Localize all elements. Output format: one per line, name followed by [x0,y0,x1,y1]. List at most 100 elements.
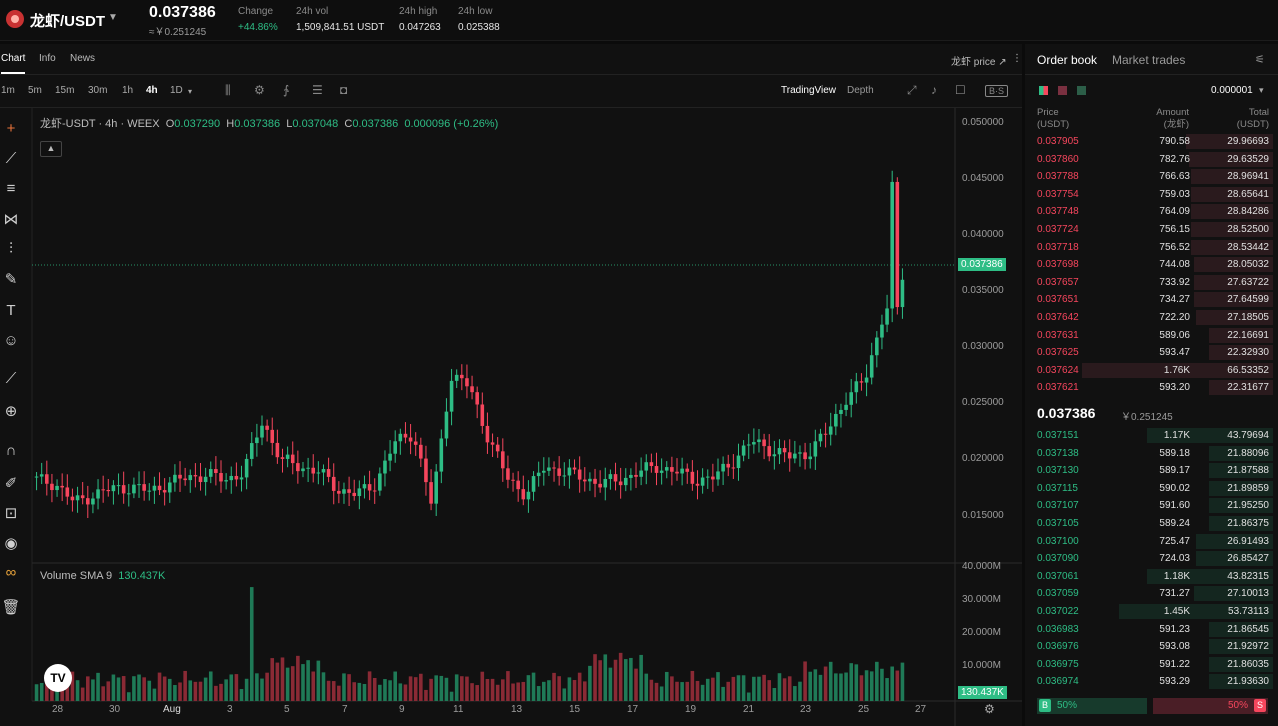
bid-row[interactable]: 0.037138 589.18 21.88096 [1025,445,1273,462]
fib-icon[interactable]: ⫶ [1,240,21,257]
volume-tick: 40.000M [962,561,1001,572]
tab-info[interactable]: Info [39,53,56,64]
bid-row[interactable]: 0.036975 591.22 21.86035 [1025,656,1273,673]
volume-bar [162,676,167,701]
ask-row[interactable]: 0.037905 790.58 29.96693 [1025,133,1273,150]
timeframe-1h[interactable]: 1h [122,85,133,96]
timeframe-15m[interactable]: 15m [55,85,74,96]
camera-icon[interactable]: ◘ [340,83,347,97]
chevron-down-icon[interactable]: ▾ [188,87,192,96]
crosshair-icon[interactable]: + [1,120,21,137]
bell-icon[interactable]: ♪ [931,83,937,97]
ask-row[interactable]: 0.037631 589.06 22.16691 [1025,327,1273,344]
compare-icon[interactable]: B·S [985,85,1009,97]
price-source-link[interactable]: 龙虾 price ↗ [951,53,1007,68]
indicators-icon[interactable]: ∱ [283,83,289,97]
fullscreen-icon[interactable]: ⤢ [907,83,917,98]
ask-row[interactable]: 0.037754 759.03 28.65641 [1025,186,1273,203]
ask-row[interactable]: 0.037657 733.92 27.63722 [1025,274,1273,291]
volume-bar [157,672,162,701]
more-icon[interactable]: ⋮ [1012,53,1022,64]
tab-chart[interactable]: Chart [1,53,26,74]
timeframe-5m[interactable]: 5m [28,85,42,96]
zoom-icon[interactable]: ⊕ [1,402,21,420]
bid-row[interactable]: 0.036983 591.23 21.86545 [1025,621,1273,638]
bid-row[interactable]: 0.037061 1.18K 43.82315 [1025,568,1273,585]
ask-row[interactable]: 0.037724 756.15 28.52500 [1025,221,1273,238]
eye-icon[interactable]: ◉ [1,534,21,552]
brush-icon[interactable]: ✎ [1,270,21,288]
order-amount: 1.18K [1163,570,1190,582]
depth-mode[interactable]: Depth [847,85,874,96]
trash-icon[interactable]: 🗑 [1,598,21,616]
tradingview-logo-icon[interactable]: TV [44,664,72,692]
ask-row[interactable]: 0.037642 722.20 27.18505 [1025,309,1273,326]
tradingview-mode[interactable]: TradingView [781,85,836,96]
volume-bar [828,661,833,701]
stat-change: Change +44.86% [238,6,278,33]
timeframe-30m[interactable]: 30m [88,85,107,96]
price-tick: 0.045000 [962,173,1004,184]
pattern-icon[interactable]: ⋈ [1,210,21,228]
candle-body [408,437,413,442]
bid-row[interactable]: 0.037115 590.02 21.89859 [1025,480,1273,497]
bid-row[interactable]: 0.037130 589.17 21.87588 [1025,462,1273,479]
bid-row[interactable]: 0.037090 724.03 26.85427 [1025,550,1273,567]
bid-row[interactable]: 0.037100 725.47 26.91493 [1025,533,1273,550]
ask-row[interactable]: 0.037698 744.08 28.05032 [1025,256,1273,273]
chevron-down-icon[interactable]: ▼ [108,12,118,23]
bid-row[interactable]: 0.037022 1.45K 53.73113 [1025,603,1273,620]
ask-row[interactable]: 0.037621 593.20 22.31677 [1025,379,1273,396]
text-icon[interactable]: T [1,302,21,319]
emoji-icon[interactable]: ☺ [1,332,21,349]
ask-row[interactable]: 0.037624 1.76K 66.53352 [1025,362,1273,379]
bid-row[interactable]: 0.037105 589.24 21.86375 [1025,515,1273,532]
pair-selector[interactable]: 龙虾/USDT [30,10,105,31]
order-amount: 756.52 [1159,241,1190,253]
collapse-legend-button[interactable]: ▲ [40,141,62,157]
gear-icon[interactable]: ⚙ [984,702,995,716]
settings-sliders-icon[interactable]: ⚟ [1255,53,1265,66]
lock-icon[interactable]: ⊡ [1,504,21,522]
ask-row[interactable]: 0.037651 734.27 27.64599 [1025,291,1273,308]
templates-icon[interactable]: ☰ [312,83,323,97]
ask-row[interactable]: 0.037860 782.76 29.63529 [1025,151,1273,168]
bid-row[interactable]: 0.036974 593.29 21.93630 [1025,673,1273,690]
timeframe-1m[interactable]: 1m [1,85,15,96]
price-chart[interactable] [0,44,1022,726]
chevron-down-icon[interactable]: ▾ [1259,85,1264,96]
bid-row[interactable]: 0.036976 593.08 21.92972 [1025,638,1273,655]
magnet-icon[interactable]: ∩ [1,442,21,459]
ask-row[interactable]: 0.037788 766.63 28.96941 [1025,168,1273,185]
tab-market-trades[interactable]: Market trades [1112,53,1185,67]
tab-news[interactable]: News [70,53,95,64]
view-bids-icon[interactable] [1077,86,1086,95]
ask-row[interactable]: 0.037748 764.09 28.84286 [1025,203,1273,220]
ruler-icon[interactable]: ⟋ [1,370,21,387]
settings-icon[interactable]: ⚙ [254,83,265,97]
candle-body [193,475,198,477]
volume-bar [777,673,782,701]
bid-row[interactable]: 0.037151 1.17K 43.79694 [1025,427,1273,444]
view-asks-icon[interactable] [1058,86,1067,95]
view-both-icon[interactable] [1039,86,1048,95]
horizontal-lines-icon[interactable]: ≡ [1,180,21,197]
candle-body [700,477,705,486]
volume-bar [188,680,193,701]
draw-lock-icon[interactable]: ✐ [1,474,21,492]
candle-body [393,441,398,454]
ask-row[interactable]: 0.037718 756.52 28.53442 [1025,239,1273,256]
layout-icon[interactable]: ☐ [955,83,966,97]
volume-bar [639,654,643,701]
bid-row[interactable]: 0.037107 591.60 21.95250 [1025,497,1273,514]
timeframe-4h[interactable]: 4h [146,85,158,96]
order-amount: 593.47 [1159,347,1190,359]
timeframe-1d[interactable]: 1D [170,85,183,96]
candle-type-icon[interactable]: ⫼ [225,83,231,98]
precision-select[interactable]: 0.000001 [1211,85,1253,96]
bid-row[interactable]: 0.037059 731.27 27.10013 [1025,585,1273,602]
trendline-icon[interactable]: ⟋ [1,150,21,167]
ask-row[interactable]: 0.037625 593.47 22.32930 [1025,344,1273,361]
tab-order-book[interactable]: Order book [1037,53,1097,67]
link-icon[interactable]: ∞ [1,564,21,581]
